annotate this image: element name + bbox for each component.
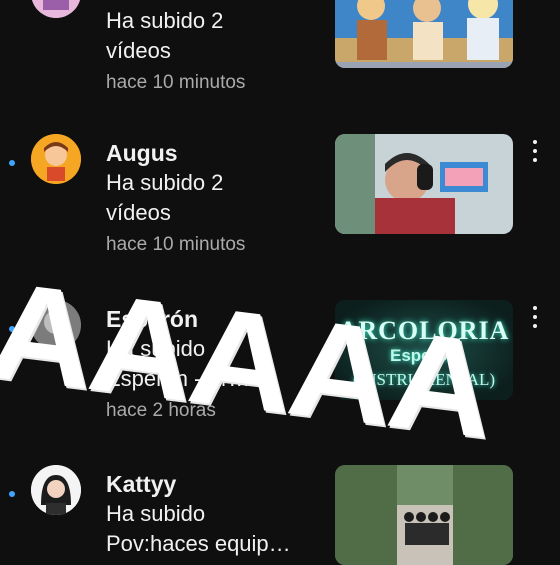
thumbnail-progress [335, 62, 513, 68]
notification-action: Ha subido [106, 501, 206, 526]
thumbnail-image [335, 465, 513, 565]
notification-time: hace 2 horas [106, 400, 216, 421]
notifications-feed: Ha subido 2 vídeos hace 10 minutos Augus… [0, 0, 560, 565]
notification-detail: Esperón - Ar… [106, 366, 251, 391]
notification-time: hace 10 minutos [106, 234, 246, 255]
channel-avatar[interactable] [31, 300, 81, 350]
thumbnail-image [335, 134, 513, 234]
notification-action: Ha subido 2 [106, 8, 224, 33]
notification-time: hace 10 minutos [106, 72, 246, 93]
thumbnail-title: ARCOLORIA [338, 316, 510, 345]
notification-text: Ha subido 2 vídeos hace 10 minutos [106, 6, 321, 98]
notification-row[interactable]: Augus Ha subido 2 vídeos hace 10 minutos [0, 134, 560, 255]
avatar-image [31, 134, 81, 184]
video-thumbnail[interactable] [335, 465, 513, 565]
channel-name: Esperón [106, 306, 199, 332]
notification-row[interactable]: Kattyy Ha subido Pov:haces equip… [0, 465, 560, 565]
notification-text: Esperón Ha subido Esperón - Ar… hace 2 h… [106, 304, 321, 426]
channel-avatar[interactable] [31, 0, 81, 18]
channel-avatar[interactable] [31, 465, 81, 515]
unread-dot-icon [9, 160, 15, 166]
notification-detail: vídeos [106, 200, 171, 225]
notification-detail: Pov:haces equip… [106, 531, 291, 556]
notification-detail: vídeos [106, 38, 171, 63]
notification-action: Ha subido 2 [106, 170, 224, 195]
thumbnail-subtitle: Esperón [389, 346, 459, 365]
video-thumbnail[interactable]: ARCOLORIA Esperón (INSTRUMENTAL) [335, 300, 513, 400]
notification-row[interactable]: Esperón Ha subido Esperón - Ar… hace 2 h… [0, 300, 560, 421]
channel-name: Kattyy [106, 471, 177, 497]
more-vert-icon[interactable] [528, 306, 542, 328]
notification-text: Augus Ha subido 2 vídeos hace 10 minutos [106, 138, 321, 260]
thumbnail-image [335, 0, 513, 68]
avatar-image [32, 0, 80, 18]
video-thumbnail[interactable] [335, 134, 513, 234]
video-thumbnail[interactable] [335, 0, 513, 68]
unread-dot-icon [9, 326, 15, 332]
unread-dot-icon [9, 491, 15, 497]
notification-action: Ha subido [106, 336, 206, 361]
channel-name: Augus [106, 140, 178, 166]
avatar-image [31, 300, 81, 350]
more-vert-icon[interactable] [528, 140, 542, 162]
notification-row[interactable]: Ha subido 2 vídeos hace 10 minutos [0, 0, 560, 100]
avatar-image [31, 465, 81, 515]
thumbnail-caption: (INSTRUMENTAL) [352, 370, 496, 389]
channel-avatar[interactable] [31, 134, 81, 184]
notification-text: Kattyy Ha subido Pov:haces equip… [106, 469, 321, 559]
